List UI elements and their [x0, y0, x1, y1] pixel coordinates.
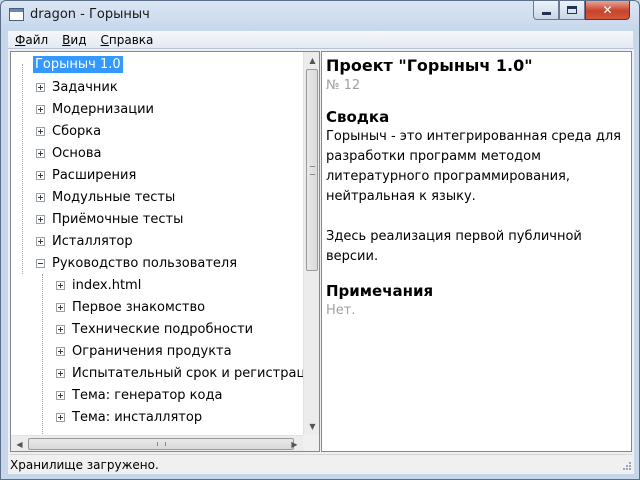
- tree-item[interactable]: Модернизации: [36, 98, 156, 120]
- tree-child[interactable]: Технические подробности: [56, 318, 255, 340]
- tree-child-label: Технические подробности: [72, 321, 254, 337]
- scroll-up-icon[interactable]: ▲: [304, 52, 319, 69]
- expand-icon[interactable]: [36, 148, 45, 158]
- menu-file[interactable]: Файл: [8, 33, 55, 47]
- menu-bar: Файл Вид Справка: [8, 31, 633, 49]
- summary-paragraph: Горыныч - это интегрированная среда для …: [326, 129, 621, 204]
- expand-icon[interactable]: [56, 324, 65, 334]
- expand-icon[interactable]: [36, 236, 45, 246]
- vertical-scroll-thumb[interactable]: [306, 69, 318, 271]
- app-window: dragon - Горыныч ✕ Файл Вид Справка Горы…: [0, 0, 640, 480]
- expand-icon[interactable]: [56, 280, 65, 290]
- tree-item-label: Сборка: [52, 123, 102, 139]
- tree-item-label: Основа: [52, 145, 102, 161]
- project-tree[interactable]: Горыныч 1.0 Задачник Модернизации Сборка…: [10, 51, 320, 452]
- tree-vertical-scrollbar[interactable]: ▲ ▼: [303, 52, 319, 435]
- notes-text: Нет.: [326, 303, 356, 318]
- expand-icon[interactable]: [36, 170, 45, 180]
- collapse-icon[interactable]: [36, 258, 45, 268]
- resize-grip-icon[interactable]: [620, 461, 632, 473]
- tree-item-label: Модульные тесты: [52, 189, 176, 205]
- tree-root-label: Горыныч 1.0: [33, 55, 123, 73]
- tree-child[interactable]: Тема: инсталлятор: [56, 406, 204, 428]
- app-icon[interactable]: [9, 8, 24, 21]
- expand-icon[interactable]: [56, 346, 65, 356]
- tree-child-label: Тема: инсталлятор: [72, 409, 203, 425]
- title-bar[interactable]: dragon - Горыныч ✕: [1, 1, 639, 29]
- tree-item[interactable]: Исталлятор: [36, 230, 135, 252]
- maximize-button[interactable]: [559, 1, 585, 20]
- tree-child[interactable]: Тема: генератор кода: [56, 384, 224, 406]
- tree-guide: [22, 64, 23, 274]
- notes-heading: Примечания: [326, 282, 434, 300]
- tree-item-label: Задачник: [52, 79, 118, 95]
- tree-child-label: Ограничения продукта: [72, 343, 232, 359]
- tree-item[interactable]: Приёмочные тесты: [36, 208, 185, 230]
- scroll-right-icon[interactable]: ▶: [286, 436, 303, 451]
- expand-icon[interactable]: [56, 412, 65, 422]
- expand-icon[interactable]: [36, 214, 45, 224]
- status-bar: Хранилище загружено.: [10, 454, 632, 474]
- tree-item-label: Приёмочные тесты: [52, 211, 184, 227]
- tree-child[interactable]: Первое знакомство: [56, 296, 207, 318]
- tree-item[interactable]: Сборка: [36, 120, 103, 142]
- tree-item-label: Руководство пользователя: [52, 255, 238, 271]
- summary-heading: Сводка: [326, 108, 390, 126]
- tree-root[interactable]: Горыныч 1.0: [33, 53, 123, 75]
- close-icon: ✕: [602, 3, 613, 17]
- tree-item[interactable]: Задачник: [36, 76, 120, 98]
- scrollbar-corner: [303, 435, 319, 451]
- menu-view[interactable]: Вид: [55, 33, 93, 47]
- scroll-down-icon[interactable]: ▼: [304, 418, 319, 435]
- tree-item[interactable]: Расширения: [36, 164, 138, 186]
- tree-child-label: Тема: генератор кода: [72, 387, 223, 403]
- tree-item[interactable]: Руководство пользователя: [36, 252, 239, 274]
- menu-help[interactable]: Справка: [94, 33, 161, 47]
- expand-icon[interactable]: [36, 104, 45, 114]
- tree-horizontal-scrollbar[interactable]: ◀ ▶: [11, 435, 303, 451]
- tree-item-label: Исталлятор: [52, 233, 133, 249]
- summary-paragraph-2: Здесь реализация первой публичной версии…: [326, 229, 582, 264]
- expand-icon[interactable]: [36, 192, 45, 202]
- tree-item[interactable]: Основа: [36, 142, 103, 164]
- status-text: Хранилище загружено.: [10, 457, 159, 472]
- minimize-icon: [541, 11, 551, 15]
- minimize-button[interactable]: [533, 1, 559, 20]
- expand-icon[interactable]: [36, 82, 45, 92]
- tree-item-label: Расширения: [52, 167, 137, 183]
- tree-child[interactable]: index.html: [56, 274, 143, 296]
- tree-guide: [42, 274, 43, 435]
- tree-child[interactable]: Испытательный срок и регистрация: [56, 362, 303, 384]
- tree-item[interactable]: Модульные тесты: [36, 186, 177, 208]
- expand-icon[interactable]: [56, 390, 65, 400]
- scroll-left-icon[interactable]: ◀: [11, 436, 28, 451]
- tree-child-label: index.html: [72, 277, 142, 293]
- window-title: dragon - Горыныч: [30, 7, 150, 22]
- tree-item-label: Модернизации: [52, 101, 154, 117]
- document-title: Проект "Горыныч 1.0": [326, 56, 533, 75]
- tree-child-label: Первое знакомство: [72, 299, 206, 315]
- tree-child-label: Испытательный срок и регистрация: [72, 365, 303, 381]
- maximize-icon: [567, 6, 577, 14]
- client-area: Горыныч 1.0 Задачник Модернизации Сборка…: [8, 49, 634, 474]
- tree-child[interactable]: Ограничения продукта: [56, 340, 234, 362]
- close-button[interactable]: ✕: [585, 1, 630, 20]
- expand-icon[interactable]: [56, 302, 65, 312]
- document-view[interactable]: Проект "Горыныч 1.0" № 12 Сводка Горыныч…: [321, 51, 632, 452]
- horizontal-scroll-thumb[interactable]: [28, 438, 294, 450]
- expand-icon[interactable]: [56, 368, 65, 378]
- document-number: № 12: [326, 78, 361, 93]
- expand-icon[interactable]: [36, 126, 45, 136]
- tree-content: Горыныч 1.0 Задачник Модернизации Сборка…: [11, 52, 303, 435]
